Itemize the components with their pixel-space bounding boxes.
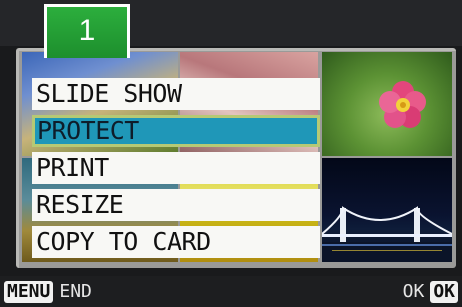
menu-item-resize[interactable]: RESIZE bbox=[32, 189, 320, 221]
menu-key-icon: MENU bbox=[4, 281, 54, 303]
bottom-hint-bar: MENU END OK OK bbox=[0, 276, 462, 307]
menu-item-protect[interactable]: PROTECT bbox=[32, 115, 320, 147]
flower-icon bbox=[379, 81, 426, 128]
menu-item-label: COPY TO CARD bbox=[36, 227, 211, 256]
end-hint[interactable]: MENU END bbox=[4, 281, 92, 303]
ok-label: OK bbox=[402, 281, 425, 302]
ok-hint[interactable]: OK OK bbox=[403, 281, 458, 303]
camera-playback-menu-screen: 1 SLIDE SHOW PROTECT PRINT RESIZE COPY T… bbox=[0, 0, 462, 307]
menu-tab-1[interactable]: 1 bbox=[44, 4, 130, 58]
menu-item-slide-show[interactable]: SLIDE SHOW bbox=[32, 78, 320, 110]
menu-item-print[interactable]: PRINT bbox=[32, 152, 320, 184]
bridge-night-thumbnail bbox=[322, 158, 452, 262]
menu-item-label: RESIZE bbox=[36, 190, 124, 219]
tab-number: 1 bbox=[78, 14, 96, 47]
flower-thumbnail bbox=[322, 52, 452, 156]
menu-item-label: PROTECT bbox=[37, 116, 139, 145]
bridge-icon bbox=[322, 206, 452, 262]
menu-item-label: SLIDE SHOW bbox=[36, 79, 182, 108]
end-label: END bbox=[59, 281, 92, 302]
menu-item-copy-to-card[interactable]: COPY TO CARD bbox=[32, 226, 320, 258]
menu-item-label: PRINT bbox=[36, 153, 109, 182]
ok-key-icon: OK bbox=[430, 281, 458, 303]
